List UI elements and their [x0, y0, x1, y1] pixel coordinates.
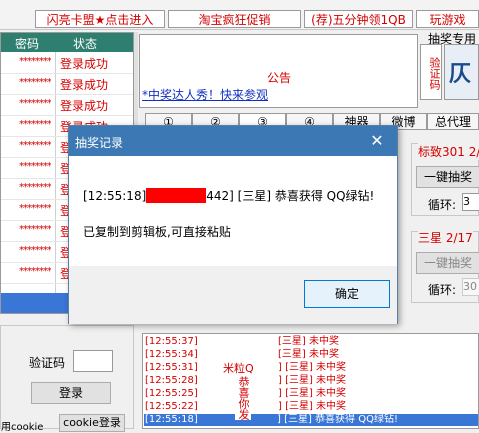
log-side-vertical: 恭喜你发: [235, 376, 251, 420]
svg-text:仄: 仄: [449, 61, 471, 87]
row-password: ********: [19, 224, 51, 235]
log-time: [12:55:34]: [145, 349, 198, 360]
captcha-label: 验证码: [29, 356, 66, 370]
log-message: ] [三星] 未中奖: [278, 388, 347, 399]
row-password: ********: [19, 119, 51, 130]
dialog-titlebar: 抽奖记录 ✕: [69, 126, 397, 156]
loop-input[interactable]: 30: [462, 278, 479, 296]
prize-panel-peugeot: 标致301 2/ 一键抽奖 循环: 3: [411, 143, 479, 216]
captcha-vertical-label: 验证码: [420, 44, 442, 100]
row-password: ********: [19, 98, 51, 109]
draw-record-dialog: 抽奖记录 ✕ [12:55:18] 442] [三星] 恭喜获得 QQ绿钻! 已复…: [68, 125, 398, 324]
log-side-label: 米粒Q: [223, 360, 254, 376]
panel-title: 标致301 2/: [418, 143, 479, 160]
row-password: ********: [19, 140, 51, 151]
log-line: [12:55:34] [三星] 未中奖: [145, 349, 339, 361]
header-password: 密码: [15, 37, 40, 51]
top-link-1[interactable]: 闪亮卡盟★点击进入: [35, 10, 165, 28]
header-status: 状态: [73, 37, 98, 51]
captcha-image[interactable]: 仄: [444, 44, 479, 100]
log-line: [12:55:22] ] [三星] 未中奖: [145, 401, 346, 413]
log-message: [三星] 未中奖: [278, 349, 339, 360]
draw-log: [12:55:37] [三星] 未中奖 [12:55:34] [三星] 未中奖 […: [142, 333, 479, 429]
login-panel: 验证码 登录 用cookie cookie登录: [0, 325, 134, 433]
row-password: ********: [19, 77, 51, 88]
loop-label: 循环:: [428, 283, 457, 297]
log-line: [12:55:25] ] [三星] 未中奖: [145, 388, 346, 400]
close-icon[interactable]: ✕: [367, 131, 387, 151]
dialog-title: 抽奖记录: [75, 136, 124, 150]
cookie-login-button[interactable]: cookie登录: [59, 414, 125, 432]
loop-label: 循环:: [428, 198, 457, 212]
login-button[interactable]: 登录: [31, 382, 111, 404]
notice-title: 公告: [267, 71, 292, 85]
loop-input[interactable]: 3: [462, 193, 479, 211]
row-password: ********: [19, 182, 51, 193]
winner-show-link[interactable]: *中奖达人秀！快来参观: [142, 86, 268, 103]
cookie-checkbox-label[interactable]: 用cookie: [1, 418, 43, 433]
log-message: ] [三星] 未中奖: [278, 362, 347, 373]
log-line: [12:55:31] ] [三星] 未中奖: [145, 362, 346, 374]
row-password: ********: [19, 245, 51, 256]
redacted-account: [146, 188, 207, 203]
log-message: [三星] 未中奖: [278, 336, 339, 347]
log-message: ] [三星] 未中奖: [278, 375, 347, 386]
log-line: [12:55:28] ] [三星] 未中奖: [145, 375, 346, 387]
table-row[interactable]: ******** 登录成功: [1, 94, 133, 116]
top-link-2[interactable]: 淘宝疯狂促销: [168, 10, 301, 28]
message-text: 442] [三星] 恭喜获得 QQ绿钻!: [206, 189, 375, 203]
log-time: [12:55:18]: [145, 414, 198, 425]
top-link-3[interactable]: (荐)五分钟领1QB: [304, 10, 413, 28]
dialog-message-line1: [12:55:18] 442] [三星] 恭喜获得 QQ绿钻!: [83, 187, 374, 204]
notice-panel: 公告 *中奖达人秀！快来参观: [139, 34, 418, 108]
log-message: ] [三星] 恭喜获得 QQ绿钻!: [277, 414, 398, 425]
row-password: ********: [19, 266, 51, 277]
log-line: [12:55:37] [三星] 未中奖: [145, 336, 339, 348]
ok-button[interactable]: 确定: [304, 280, 390, 308]
row-status: 登录成功: [60, 99, 109, 113]
captcha-glyph-icon: 仄: [449, 61, 471, 87]
tab-agent[interactable]: 总代理: [427, 113, 479, 130]
table-row[interactable]: ******** 登录成功: [1, 52, 133, 74]
captcha-input[interactable]: [73, 350, 113, 372]
row-password: ********: [19, 161, 51, 172]
dialog-body: [12:55:18] 442] [三星] 恭喜获得 QQ绿钻! 已复制到剪辑板,可…: [69, 156, 397, 266]
account-table-header: 密码 状态: [1, 33, 133, 52]
dialog-message-line2: 已复制到剪辑板,可直接粘贴: [83, 225, 231, 239]
draw-button[interactable]: 一键抽奖: [416, 252, 479, 274]
log-time: [12:55:28]: [145, 375, 198, 386]
top-link-bar: 闪亮卡盟★点击进入 淘宝疯狂促销 (荐)五分钟领1QB 玩游戏: [0, 0, 479, 30]
row-password: ********: [19, 56, 51, 67]
row-status: 登录成功: [60, 78, 109, 92]
prize-panel-samsung: 三星 2/17 一键抽奖 循环: 30: [411, 229, 479, 303]
log-time: [12:55:25]: [145, 388, 198, 399]
log-line-selected[interactable]: [12:55:18] ] [三星] 恭喜获得 QQ绿钻!: [144, 414, 478, 426]
draw-button[interactable]: 一键抽奖: [416, 166, 479, 188]
log-time: [12:55:37]: [145, 336, 198, 347]
row-status: 登录成功: [60, 57, 109, 71]
dialog-footer: 确定: [69, 266, 397, 324]
table-row[interactable]: ******** 登录成功: [1, 73, 133, 95]
log-time: [12:55:22]: [145, 401, 198, 412]
top-link-4[interactable]: 玩游戏: [416, 10, 479, 28]
panel-title: 三星 2/17: [418, 229, 473, 246]
message-time: [12:55:18]: [83, 189, 147, 203]
log-message: ] [三星] 未中奖: [278, 401, 347, 412]
log-time: [12:55:31]: [145, 362, 198, 373]
row-password: ********: [19, 203, 51, 214]
